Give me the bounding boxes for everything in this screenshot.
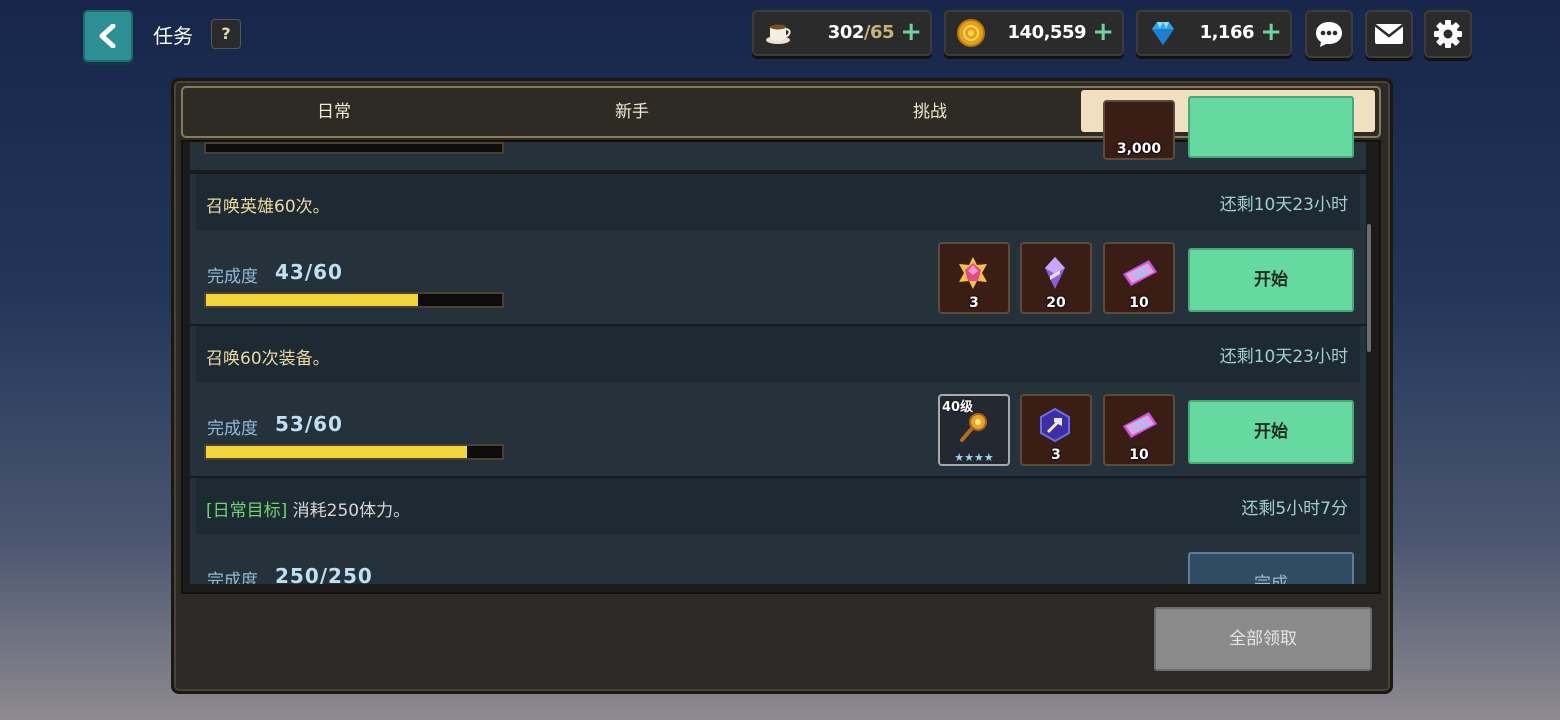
stamina-max: /65 (863, 22, 895, 43)
quest-item-partial: 3,000 (190, 96, 1366, 170)
summon-ticket-icon (1123, 260, 1157, 286)
time-remaining: 还剩5小时7分 (1241, 499, 1348, 519)
summon-ticket-icon (1123, 412, 1157, 438)
quest-item: [日常目标] 消耗250体力。 还剩5小时7分 完成度 250/250 完成 (190, 476, 1366, 584)
gold-value: 140,559 (1007, 22, 1087, 43)
time-remaining: 还剩10天23小时 (1219, 195, 1348, 215)
reward-slot[interactable]: 10 (1103, 394, 1175, 466)
gold-coin-icon (957, 19, 985, 47)
start-button[interactable]: 开始 (1188, 248, 1354, 312)
chat-button[interactable] (1305, 10, 1353, 58)
claim-all-button[interactable]: 全部领取 (1154, 607, 1372, 671)
reward-count: 10 (1129, 447, 1149, 463)
reward-count: 3 (969, 295, 979, 311)
reward-slot[interactable]: 3,000 (1103, 100, 1175, 160)
stamina-counter: 302/65 + (752, 10, 932, 56)
complete-button[interactable]: 完成 (1188, 552, 1354, 584)
coffee-cup-icon (766, 24, 791, 44)
time-remaining: 还剩10天23小时 (1219, 347, 1348, 367)
start-button[interactable]: 开始 (1188, 400, 1354, 464)
pink-gem-icon (959, 257, 987, 289)
progress-label: 完成度 (207, 419, 258, 439)
add-stamina-button[interactable]: + (900, 18, 922, 46)
reward-count: 10 (1129, 295, 1149, 311)
scrollbar[interactable] (1367, 224, 1371, 352)
stamina-current: 302 (827, 22, 865, 43)
mail-envelope-icon (1374, 24, 1404, 44)
page-title: 任务 (153, 24, 193, 48)
quest-description-text: 消耗250体力。 (292, 501, 411, 521)
progress-value: 250/250 (275, 564, 373, 584)
quest-description: [日常目标] 消耗250体力。 (206, 496, 410, 521)
gear-icon (1434, 20, 1462, 48)
star-rating: ★★★★ (954, 451, 994, 464)
tab-daily[interactable]: 日常 (185, 88, 483, 136)
quest-item: 召唤英雄60次。 还剩10天23小时 完成度 43/60 3 20 10 开始 (190, 172, 1366, 324)
progress-fill (206, 294, 419, 306)
quest-description: 召唤60次装备。 (206, 349, 330, 369)
progress-label: 完成度 (207, 267, 258, 287)
daily-goal-tag: [日常目标] (206, 501, 288, 521)
progress-value: 53/60 (275, 412, 343, 436)
purple-crystal-icon (1045, 257, 1065, 289)
add-gems-button[interactable]: + (1260, 18, 1282, 46)
quest-header: [日常目标] 消耗250体力。 还剩5小时7分 (196, 478, 1360, 534)
add-gold-button[interactable]: + (1092, 18, 1114, 46)
progress-bar (204, 142, 504, 154)
gem-value: 1,166 (1199, 22, 1255, 43)
progress-label: 完成度 (207, 571, 258, 584)
quest-header: 召唤60次装备。 还剩10天23小时 (196, 326, 1360, 382)
start-button-partial[interactable] (1188, 96, 1354, 158)
help-button[interactable]: ? (211, 19, 241, 49)
progress-value: 43/60 (275, 260, 343, 284)
progress-bar (204, 292, 504, 308)
chevron-left-icon (99, 24, 116, 48)
progress-bar (204, 444, 504, 460)
tab-beginner[interactable]: 新手 (483, 88, 781, 136)
blue-diamond-icon (1152, 22, 1174, 45)
gold-counter: 140,559 + (944, 10, 1124, 56)
quest-header: 召唤英雄60次。 还剩10天23小时 (196, 174, 1360, 230)
quest-item: 召唤60次装备。 还剩10天23小时 完成度 53/60 40级 ★★★★ 3 … (190, 324, 1366, 476)
reward-count: 20 (1046, 295, 1066, 311)
back-button[interactable] (83, 10, 133, 62)
hammer-crystal-icon (1040, 408, 1070, 442)
reward-slot[interactable]: 20 (1020, 242, 1092, 314)
reward-slot[interactable]: 3 (1020, 394, 1092, 466)
gem-counter: 1,166 + (1136, 10, 1292, 56)
quest-description: 召唤英雄60次。 (206, 197, 330, 217)
reward-count: 3,000 (1116, 141, 1162, 157)
tab-challenge[interactable]: 挑战 (781, 88, 1079, 136)
settings-button[interactable] (1424, 10, 1472, 58)
golden-mace-icon (960, 413, 987, 442)
reward-slot[interactable]: 40级 ★★★★ (938, 394, 1010, 466)
reward-count: 3 (1051, 447, 1061, 463)
chat-bubble-icon (1316, 22, 1342, 47)
reward-slot[interactable]: 3 (938, 242, 1010, 314)
progress-fill (206, 446, 468, 458)
reward-slot[interactable]: 10 (1103, 242, 1175, 314)
mail-button[interactable] (1365, 10, 1413, 58)
